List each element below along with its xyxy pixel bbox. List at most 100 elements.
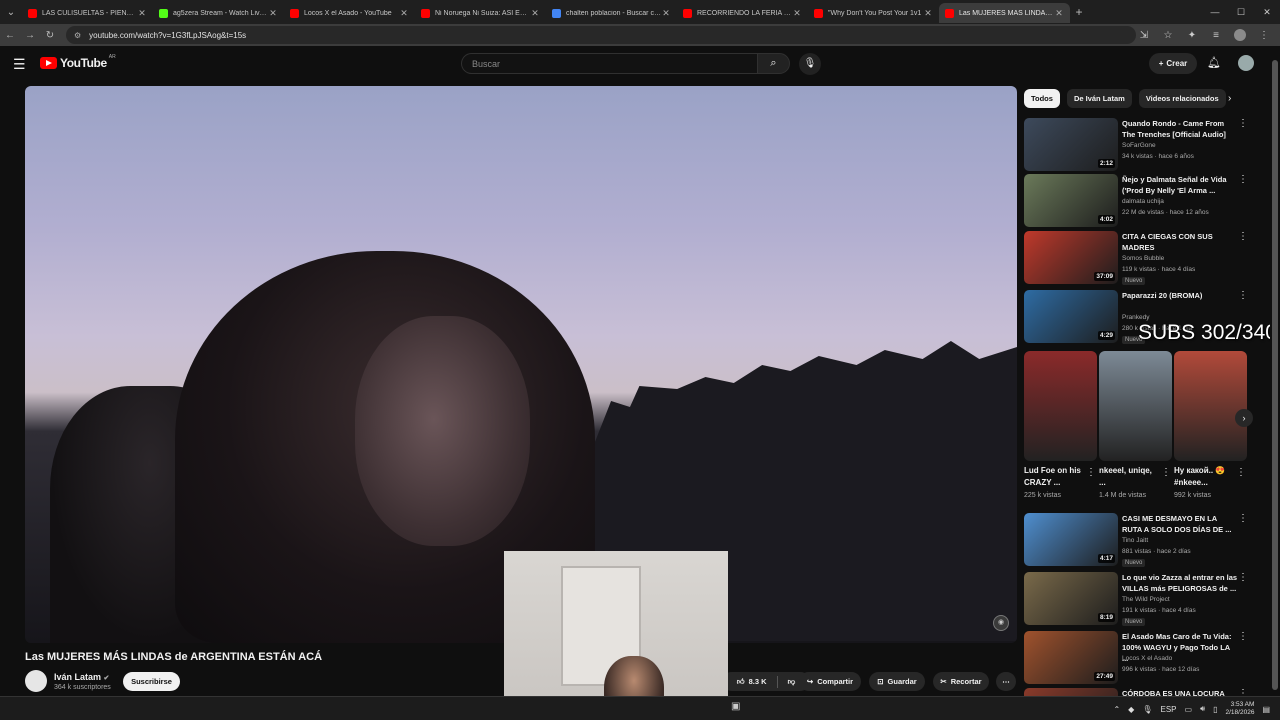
subscribe-button[interactable]: Suscribirse <box>123 672 180 691</box>
shorts-next-button[interactable]: › <box>1235 409 1253 427</box>
minimize-icon[interactable]: — <box>1202 0 1228 24</box>
tab-search-icon[interactable]: ⌄ <box>0 0 22 24</box>
browser-tab[interactable]: RECORRIENDO LA FERIA DE S ✕ <box>677 3 808 23</box>
language-indicator[interactable]: ESP <box>1160 705 1176 714</box>
more-vert-icon[interactable]: ⋮ <box>1238 513 1248 524</box>
install-icon[interactable]: ⇲ <box>1132 30 1156 41</box>
more-vert-icon[interactable]: ⋮ <box>1238 118 1248 129</box>
tab-close-icon[interactable]: ✕ <box>268 8 278 19</box>
channel-name[interactable]: Iván Latam ✔ <box>54 672 109 682</box>
scrollbar-thumb[interactable] <box>1272 60 1278 690</box>
video-thumbnail[interactable]: 8:19 <box>1024 572 1118 625</box>
more-vert-icon[interactable]: ⋮ <box>1238 688 1248 696</box>
extensions-icon[interactable]: ✦ <box>1180 30 1204 41</box>
search-button[interactable]: ⌕ <box>757 53 790 74</box>
recommendation-item[interactable]: 37:09 CITA A CIEGAS CON SUS MADRES Somos B… <box>1024 231 1264 285</box>
short-thumbnail[interactable] <box>1174 351 1247 461</box>
recommendation-item[interactable]: 4:02 Ñejo y Dalmata Señal de Vida ('Prod … <box>1024 174 1264 228</box>
video-thumbnail[interactable]: 4:17 <box>1024 513 1118 566</box>
browser-tab[interactable]: ag5zera Stream - Watch Live o ✕ <box>153 3 284 23</box>
recommendation-channel: Somos Bubble <box>1122 255 1165 262</box>
video-thumbnail[interactable]: 4:02 <box>1024 174 1118 227</box>
video-thumbnail[interactable]: 4:29 <box>1024 290 1118 343</box>
browser-tab[interactable]: LAS CULISUELTAS - PIENSO EN✕ <box>22 3 153 23</box>
channel-avatar[interactable] <box>25 670 47 692</box>
voice-search-button[interactable]: 🎙︎ <box>799 53 821 75</box>
tab-close-icon[interactable]: ✕ <box>137 8 147 19</box>
notifications-bell-icon[interactable]: 🔔︎ <box>1207 56 1221 69</box>
tab-close-icon[interactable]: ✕ <box>399 8 409 19</box>
battery-icon[interactable]: ▯ <box>1213 705 1217 714</box>
more-vert-icon[interactable]: ⋮ <box>1238 174 1248 185</box>
close-window-icon[interactable]: ✕ <box>1254 0 1280 24</box>
more-vert-icon[interactable]: ⋮ <box>1236 467 1246 478</box>
video-thumbnail[interactable]: 37:09 <box>1024 231 1118 284</box>
video-thumbnail[interactable]: 27:49 <box>1024 631 1118 684</box>
more-vert-icon[interactable]: ⋮ <box>1238 290 1248 301</box>
user-avatar[interactable] <box>1238 55 1254 71</box>
more-vert-icon[interactable]: ⋮ <box>1161 467 1171 478</box>
site-info-icon[interactable]: ⚙ <box>74 31 81 40</box>
short-thumbnail[interactable] <box>1024 351 1097 461</box>
tray-app-icon[interactable]: ◆ <box>1128 705 1134 714</box>
more-vert-icon[interactable]: ⋮ <box>1238 572 1248 583</box>
youtube-logo[interactable]: YouTube AR <box>40 54 116 70</box>
tray-chevron-icon[interactable]: ⌃ <box>1113 705 1120 714</box>
player-overlay-icon[interactable]: ◉ <box>993 615 1009 631</box>
browser-tab[interactable]: "Why Don't You Post Your 1v1 ✕ <box>808 3 939 23</box>
tab-close-icon[interactable]: ✕ <box>1054 8 1064 19</box>
share-button[interactable]: ↪ Compartir <box>799 672 861 691</box>
page-scrollbar[interactable] <box>1270 46 1280 696</box>
taskbar-clock[interactable]: 3:53 AM 2/18/2026 <box>1226 701 1255 717</box>
hamburger-menu-icon[interactable]: ☰ <box>13 56 26 73</box>
video-thumbnail[interactable] <box>1024 688 1118 696</box>
browser-toolbar: ← → ↻ ⚙ youtube.com/watch?v=1G3fLpJSAog&… <box>0 24 1280 46</box>
save-button[interactable]: ⊡ Guardar <box>869 672 925 691</box>
chip-todos[interactable]: Todos <box>1024 89 1060 108</box>
more-vert-icon[interactable]: ⋮ <box>1086 467 1096 478</box>
recommendation-item[interactable]: 8:19 Lo que vio Zazza al entrar en las VI… <box>1024 572 1264 626</box>
notifications-icon[interactable]: ▤ <box>1262 705 1270 714</box>
more-vert-icon[interactable]: ⋮ <box>1238 631 1248 642</box>
volume-icon[interactable]: 🔊︎ <box>1200 704 1205 714</box>
maximize-icon[interactable]: ☐ <box>1228 0 1254 24</box>
dislike-button[interactable]: 👎︎ <box>788 677 796 687</box>
taskbar-app-icon[interactable]: ▣ <box>731 701 740 712</box>
tab-close-icon[interactable]: ✕ <box>923 8 933 19</box>
browser-tab[interactable]: Las MUJERES MÁS LINDAS de ✕ <box>939 3 1070 23</box>
duration-badge: 37:09 <box>1094 272 1115 281</box>
recommendation-item[interactable]: 2:12 Quando Rondo - Came From The Trenche… <box>1024 118 1264 172</box>
browser-tab[interactable]: Ni Noruega Ni Suiza: ASI ES A ✕ <box>415 3 546 23</box>
forward-icon[interactable]: → <box>20 30 40 41</box>
back-icon[interactable]: ← <box>0 30 20 41</box>
clip-button[interactable]: ✂ Recortar <box>933 672 989 691</box>
browser-tab[interactable]: chalten poblacion - Buscar con ✕ <box>546 3 677 23</box>
network-icon[interactable]: ▭ <box>1185 705 1193 714</box>
video-thumbnail[interactable]: 2:12 <box>1024 118 1118 171</box>
tab-close-icon[interactable]: ✕ <box>661 8 671 19</box>
tab-close-icon[interactable]: ✕ <box>792 8 802 19</box>
more-actions-button[interactable]: ⋯ <box>996 672 1016 691</box>
reload-icon[interactable]: ↻ <box>40 30 60 41</box>
chip-related[interactable]: Videos relacionados <box>1138 89 1226 108</box>
like-button[interactable]: 👍︎ 8.3 K <box>737 677 767 687</box>
media-icon[interactable]: ≡ <box>1204 30 1228 41</box>
tab-close-icon[interactable]: ✕ <box>530 8 540 19</box>
tray-mic-icon[interactable]: 🎙︎ <box>1142 705 1152 714</box>
recommendation-item[interactable]: CÓRDOBA ES UNA LOCURA ⋮ <box>1024 688 1264 696</box>
chevron-right-icon[interactable]: › <box>1228 93 1231 104</box>
recommendation-item[interactable]: 4:17 CASI ME DESMAYO EN LA RUTA A SOLO DO… <box>1024 513 1264 567</box>
browser-tab[interactable]: Locos X el Asado - YouTube ✕ <box>284 3 415 23</box>
more-vert-icon[interactable]: ⋮ <box>1238 231 1248 242</box>
new-tab-icon[interactable]: + <box>1070 5 1088 19</box>
chip-from-channel[interactable]: De Iván Latam <box>1066 89 1132 108</box>
address-bar[interactable]: ⚙ youtube.com/watch?v=1G3fLpJSAog&t=15s <box>66 26 1136 44</box>
search-input[interactable]: Buscar <box>461 53 757 74</box>
profile-avatar[interactable] <box>1234 29 1246 41</box>
recommendation-item[interactable]: 27:49 El Asado Mas Caro de Tu Vida: 100% … <box>1024 631 1264 685</box>
short-thumbnail[interactable] <box>1099 351 1172 461</box>
channel-name-text: Iván Latam <box>54 672 102 682</box>
create-button[interactable]: + Crear <box>1149 53 1197 74</box>
bookmark-star-icon[interactable]: ☆ <box>1156 30 1180 41</box>
menu-icon[interactable]: ⋮ <box>1252 30 1276 41</box>
